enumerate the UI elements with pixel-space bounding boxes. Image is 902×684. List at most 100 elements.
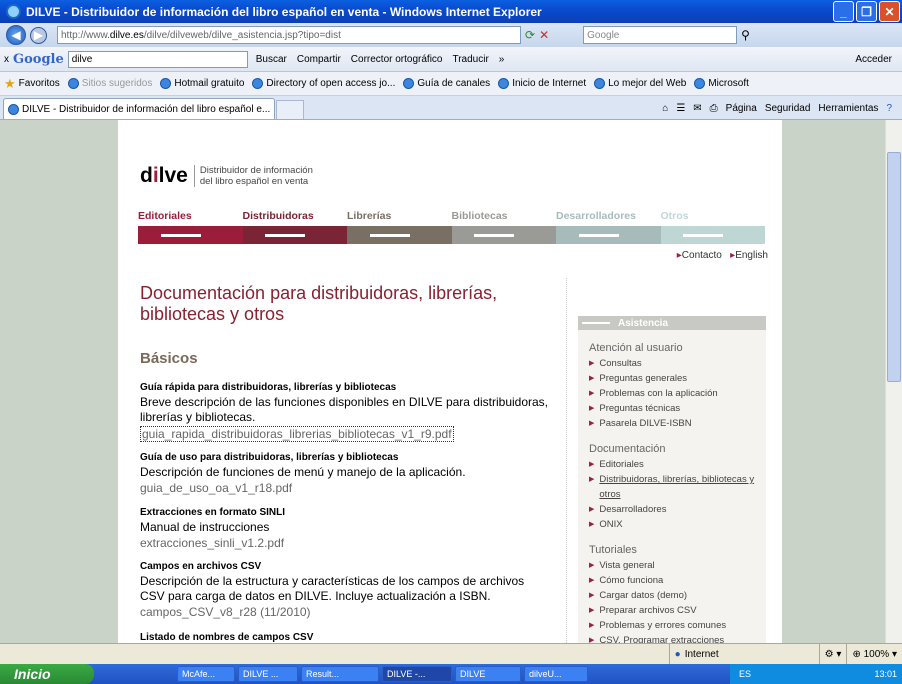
google-toolbar: x Google dilve Buscar Compartir Correcto… (0, 47, 902, 72)
ie-icon (694, 78, 706, 89)
feeds-icon[interactable]: ☰ (676, 103, 685, 114)
cat-editoriales[interactable]: Editoriales (138, 210, 243, 244)
spellcheck-button[interactable]: Corrector ortográfico (351, 54, 443, 65)
assistance-sidebar: Asistencia Atención al usuario ▶ Consultas… (578, 316, 766, 643)
refresh-icon[interactable]: ⟳ (525, 28, 535, 42)
cat-bar[interactable] (242, 226, 347, 244)
cat-otros[interactable]: Otros (660, 210, 765, 244)
sidebar-link[interactable]: ▶ ONIX (589, 517, 766, 532)
arrow-icon: ▶ (589, 592, 595, 599)
doc-item: Guía de uso para distribuidoras, librerí… (140, 452, 550, 495)
cat-bar[interactable] (138, 226, 243, 244)
start-button[interactable]: Inicio (0, 664, 94, 684)
new-tab-button[interactable] (276, 100, 304, 119)
print-icon[interactable]: ⎙ (710, 103, 718, 114)
taskbar-button[interactable]: dilveU... (524, 666, 588, 682)
sidebar-link[interactable]: ▶ CSV. Programar extracciones (589, 633, 766, 643)
help-icon[interactable]: ? (886, 103, 892, 114)
sidebar-link[interactable]: ▶ Preguntas técnicas (589, 401, 766, 416)
sidebar-link[interactable]: ▶ Vista general (589, 558, 766, 573)
close-toolbar-icon[interactable]: x (4, 54, 9, 65)
google-search-input[interactable]: dilve (67, 50, 248, 68)
home-icon[interactable]: ⌂ (662, 103, 668, 114)
fav-item-doaj[interactable]: Directory of open access jo... (252, 78, 395, 89)
safety-menu[interactable]: Seguridad (765, 103, 811, 114)
fav-item-hotmail[interactable]: Hotmail gratuito (160, 78, 244, 89)
maximize-button[interactable]: ❐ (856, 1, 877, 22)
cat-desarrolladores[interactable]: Desarrolladores (556, 210, 661, 244)
fav-item-best[interactable]: Lo mejor del Web (594, 78, 686, 89)
sidebar-link[interactable]: ▶ Problemas con la aplicación (589, 386, 766, 401)
url-domain: dilve.es (109, 29, 144, 41)
protected-mode-icon[interactable]: ⚙ ▾ (818, 644, 847, 664)
sidebar-link[interactable]: ▶ Distribuidoras, librerías, bibliotecas … (589, 472, 766, 502)
zoom-icon: ⊕ (852, 648, 861, 660)
sidebar-link[interactable]: ▶ Pasarela DILVE-ISBN (589, 416, 766, 431)
english-link[interactable]: English (735, 250, 768, 261)
arrow-icon: ▶ (589, 637, 595, 643)
sidebar-link[interactable]: ▶ Desarrolladores (589, 502, 766, 517)
sidebar-link[interactable]: ▶ Consultas (589, 356, 766, 371)
sidebar-link[interactable]: ▶ Cargar datos (demo) (589, 588, 766, 603)
minimize-button[interactable]: _ (833, 1, 854, 22)
sidebar-link[interactable]: ▶ Cómo funciona (589, 573, 766, 588)
status-bar: ● Internet ⚙ ▾ ⊕ 100% ▾ (0, 643, 902, 664)
tab-dilve[interactable]: DILVE - Distribuidor de información del … (3, 98, 275, 119)
sidebar-link[interactable]: ▶ Preparar archivos CSV (589, 603, 766, 618)
sidebar-link[interactable]: ▶ Preguntas generales (589, 371, 766, 386)
fav-item-microsoft[interactable]: Microsoft (694, 78, 749, 89)
taskbar-button[interactable]: McAfe... (177, 666, 235, 682)
doc-file-link[interactable]: campos_CSV_v8_r28 (11/2010) (140, 605, 550, 619)
share-button[interactable]: Compartir (297, 54, 341, 65)
cat-bar[interactable] (451, 226, 556, 244)
favorites-button[interactable]: ★ Favoritos (4, 76, 60, 92)
mail-icon[interactable]: ✉ (693, 103, 701, 114)
taskbar-button[interactable]: Result... (301, 666, 379, 682)
translate-button[interactable]: Traducir (452, 54, 488, 65)
close-button[interactable]: ✕ (879, 1, 900, 22)
page-menu[interactable]: Página (726, 103, 757, 114)
sidebar-link[interactable]: ▶ Problemas y errores comunes (589, 618, 766, 633)
signin-button[interactable]: Acceder (855, 54, 892, 65)
ie-icon (160, 78, 172, 89)
window-titlebar: DILVE - Distribuidor de información del … (0, 0, 902, 23)
logo-subtitle: Distribuidor de información del libro esp… (193, 165, 313, 187)
doc-file-link[interactable]: extracciones_sinli_v1.2.pdf (140, 536, 550, 550)
doc-file-link[interactable]: guia_rapida_distribuidoras_librerias_bib… (140, 426, 454, 442)
google-logo: Google (13, 51, 64, 67)
fav-item-suggested[interactable]: Sitios sugeridos (67, 78, 152, 89)
ie-icon (6, 4, 21, 19)
fav-item-home[interactable]: Inicio de Internet (498, 78, 586, 89)
arrow-icon: ▶ (589, 461, 595, 468)
stop-icon[interactable]: ✕ (539, 28, 549, 42)
address-input[interactable]: http://www. dilve.es/dilve/dilveweb/dilve… (57, 26, 521, 44)
google-search-button[interactable]: Buscar (256, 54, 287, 65)
search-icon[interactable]: ⚲ (741, 28, 750, 42)
command-bar: ⌂ ☰ ✉ ⎙ Página Seguridad Herramientas ? (662, 98, 892, 118)
web-search-input[interactable]: Google (583, 26, 738, 44)
tools-menu[interactable]: Herramientas (818, 103, 878, 114)
scroll-thumb[interactable] (887, 152, 901, 382)
zoom-control[interactable]: ⊕ 100% ▾ (846, 644, 902, 664)
back-icon[interactable]: ◀ (6, 25, 26, 45)
taskbar-button[interactable]: DILVE (455, 666, 521, 682)
globe-icon: ● (674, 648, 681, 660)
more-button[interactable]: » (499, 54, 505, 65)
sidebar-link[interactable]: ▶ Editoriales (589, 457, 766, 472)
taskbar-button[interactable]: DILVE ... (238, 666, 298, 682)
url-prefix: http://www. (61, 29, 110, 41)
cat-distribuidoras[interactable]: Distribuidoras (242, 210, 347, 244)
cat-bibliotecas[interactable]: Bibliotecas (451, 210, 556, 244)
cat-librerias[interactable]: Librerías (347, 210, 452, 244)
site-logo[interactable]: dilve Distribuidor de información del lib… (140, 164, 313, 188)
vertical-scrollbar[interactable] (885, 120, 902, 643)
fav-item-channels[interactable]: Guía de canales (403, 78, 490, 89)
contact-link[interactable]: Contacto (682, 250, 722, 261)
cat-bar[interactable] (660, 226, 765, 244)
doc-file-link[interactable]: guia_de_uso_oa_v1_r18.pdf (140, 481, 550, 495)
cat-bar[interactable] (347, 226, 452, 244)
cat-bar[interactable] (556, 226, 661, 244)
taskbar-button[interactable]: DILVE -... (382, 666, 452, 682)
forward-icon[interactable]: ▶ (30, 26, 47, 44)
page-title: Documentación para distribuidoras, libre… (140, 283, 498, 324)
